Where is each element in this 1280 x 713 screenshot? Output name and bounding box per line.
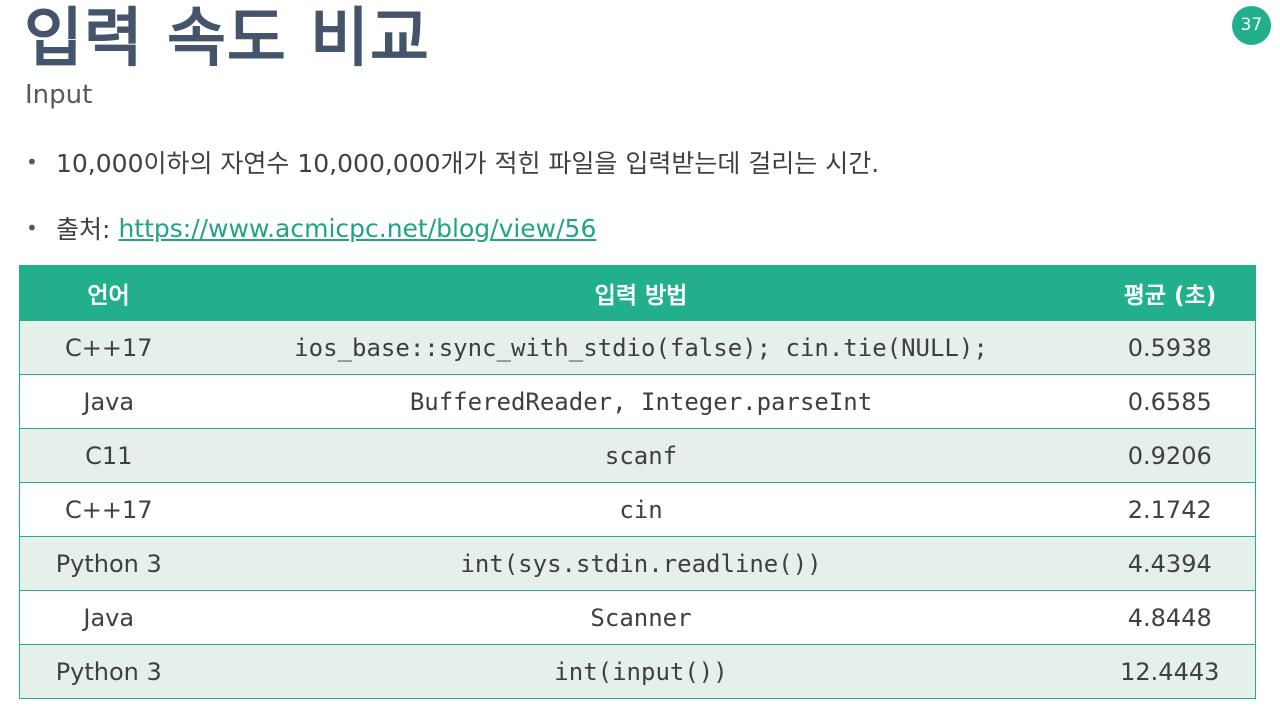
table-row: C++17 cin 2.1742 [19, 482, 1256, 537]
cell-input-method: cin [197, 482, 1085, 537]
table-header-row: 언어 입력 방법 평균 (초) [19, 265, 1256, 321]
table-row: C11 scanf 0.9206 [19, 428, 1256, 483]
bullet-dot-icon: • [26, 150, 38, 174]
bullet-item-source: • 출처: https://www.acmicpc.net/blog/view/… [26, 206, 1226, 250]
page-number-badge: 37 [1232, 6, 1271, 45]
cell-average: 0.5938 [1084, 320, 1256, 375]
header-input-method: 입력 방법 [197, 265, 1085, 321]
bullet-item-description: • 10,000이하의 자연수 10,000,000개가 적힌 파일을 입력받는… [26, 140, 1226, 184]
table-row: Java BufferedReader, Integer.parseInt 0.… [19, 374, 1256, 429]
cell-average: 0.6585 [1084, 374, 1256, 429]
slide-subtitle: Input [25, 80, 93, 110]
cell-average: 0.9206 [1084, 428, 1256, 483]
cell-average: 4.8448 [1084, 590, 1256, 645]
cell-input-method: scanf [197, 428, 1085, 483]
input-speed-table: 언어 입력 방법 평균 (초) C++17 ios_base::sync_wit… [19, 265, 1256, 699]
cell-language: Java [19, 590, 198, 645]
cell-language: Python 3 [19, 644, 198, 699]
bullet-text: 10,000이하의 자연수 10,000,000개가 적힌 파일을 입력받는데 … [56, 149, 880, 178]
cell-average: 12.4443 [1084, 644, 1256, 699]
cell-average: 2.1742 [1084, 482, 1256, 537]
source-label: 출처: [56, 215, 111, 244]
table-row: C++17 ios_base::sync_with_stdio(false); … [19, 320, 1256, 375]
cell-average: 4.4394 [1084, 536, 1256, 591]
cell-language: Python 3 [19, 536, 198, 591]
bullet-dot-icon: • [26, 216, 38, 240]
slide-title: 입력 속도 비교 [24, 2, 430, 76]
cell-input-method: ios_base::sync_with_stdio(false); cin.ti… [197, 320, 1085, 375]
table-row: Python 3 int(sys.stdin.readline()) 4.439… [19, 536, 1256, 591]
header-language: 언어 [19, 265, 198, 321]
cell-input-method: int(input()) [197, 644, 1085, 699]
source-link[interactable]: https://www.acmicpc.net/blog/view/56 [118, 214, 596, 243]
table-row: Java Scanner 4.8448 [19, 590, 1256, 645]
cell-input-method: Scanner [197, 590, 1085, 645]
table-row: Python 3 int(input()) 12.4443 [19, 644, 1256, 699]
cell-language: Java [19, 374, 198, 429]
cell-language: C++17 [19, 320, 198, 375]
cell-input-method: BufferedReader, Integer.parseInt [197, 374, 1085, 429]
cell-language: C11 [19, 428, 198, 483]
bullet-list: • 10,000이하의 자연수 10,000,000개가 적힌 파일을 입력받는… [26, 140, 1226, 250]
header-average-seconds: 평균 (초) [1084, 265, 1256, 321]
cell-language: C++17 [19, 482, 198, 537]
cell-input-method: int(sys.stdin.readline()) [197, 536, 1085, 591]
